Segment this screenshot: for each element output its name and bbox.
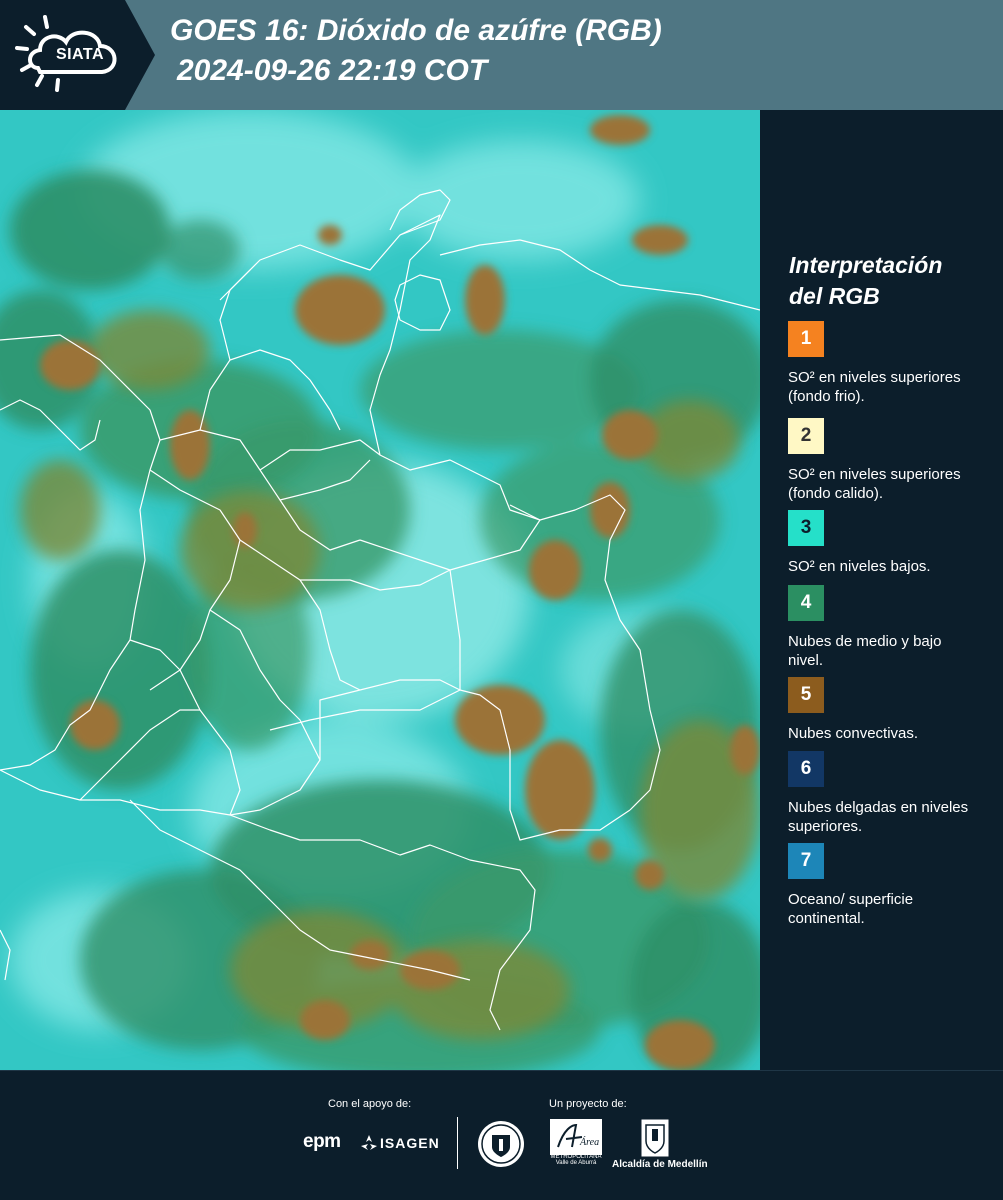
legend-number-2: 2 bbox=[800, 425, 812, 446]
legend-number-7: 7 bbox=[800, 850, 812, 871]
isagen-logo[interactable]: ISAGEN bbox=[380, 1135, 440, 1151]
legend-number-5: 5 bbox=[800, 684, 812, 705]
page-subtitle-timestamp: 2024-09-26 22:19 COT bbox=[177, 54, 488, 87]
legend-number-1: 1 bbox=[800, 328, 812, 349]
satellite-map[interactable] bbox=[0, 110, 760, 1070]
legend-item-7: 7 Oceano/ superficie continental. bbox=[788, 843, 988, 928]
legend-label-7: Oceano/ superficie continental. bbox=[788, 891, 914, 927]
legend-number-4: 4 bbox=[800, 592, 812, 613]
legend-title-line1: Interpretación bbox=[789, 252, 943, 278]
rgb-legend-panel: Interpretación del RGB 1 SO² en niveles … bbox=[760, 110, 1003, 1070]
legend-swatch-7: 7 bbox=[788, 843, 824, 879]
area-logo-text: Área bbox=[579, 1136, 599, 1148]
project-label: Un proyecto de: bbox=[549, 1098, 627, 1110]
siata-logo[interactable]: SIATA bbox=[0, 0, 155, 110]
legend-item-6: 6 Nubes delgadas en niveles superiores. bbox=[788, 751, 988, 836]
satellite-image bbox=[0, 110, 760, 1070]
legend-swatch-6: 6 bbox=[788, 751, 824, 787]
legend-label-5: Nubes convectivas. bbox=[788, 725, 919, 742]
legend-label-2: SO² en niveles superiores (fondo calido)… bbox=[788, 466, 961, 502]
legend-item-2: 2 SO² en niveles superiores (fondo calid… bbox=[788, 418, 988, 503]
legend-label-4: Nubes de medio y bajo nivel. bbox=[788, 633, 942, 669]
legend-item-5: 5 Nubes convectivas. bbox=[788, 677, 988, 743]
alcaldia-label: Alcaldía de Medellín bbox=[612, 1159, 708, 1170]
epm-logo[interactable]: epm bbox=[303, 1131, 341, 1153]
alcaldia-shield-icon[interactable] bbox=[641, 1119, 669, 1157]
university-seal-logo[interactable] bbox=[476, 1119, 526, 1169]
legend-number-6: 6 bbox=[800, 758, 812, 779]
legend-title: Interpretación del RGB bbox=[789, 250, 989, 312]
logo-text: SIATA bbox=[55, 46, 105, 63]
legend-title-line2: del RGB bbox=[789, 283, 880, 309]
legend-label-3: SO² en niveles bajos. bbox=[788, 558, 931, 575]
legend-label-1: SO² en niveles superiores (fondo frio). bbox=[788, 369, 961, 405]
legend-swatch-2: 2 bbox=[788, 418, 824, 454]
legend-swatch-3: 3 bbox=[788, 510, 824, 546]
legend-swatch-4: 4 bbox=[788, 585, 824, 621]
legend-swatch-1: 1 bbox=[788, 321, 824, 357]
area-caption: METROPOLITANA Valle de Aburrá bbox=[550, 1154, 602, 1166]
support-label: Con el apoyo de: bbox=[328, 1098, 412, 1110]
page-title: GOES 16: Dióxido de azúfre (RGB) bbox=[170, 14, 662, 47]
header-bar: SIATA GOES 16: Dióxido de azúfre (RGB) 2… bbox=[0, 0, 1003, 110]
footer-sponsors: Con el apoyo de: Un proyecto de: epm ISA… bbox=[0, 1070, 1003, 1200]
footer-divider bbox=[457, 1117, 458, 1169]
legend-item-1: 1 SO² en niveles superiores (fondo frio)… bbox=[788, 321, 988, 406]
legend-item-4: 4 Nubes de medio y bajo nivel. bbox=[788, 585, 988, 670]
legend-label-6: Nubes delgadas en niveles superiores. bbox=[788, 799, 969, 835]
isagen-icon bbox=[361, 1135, 377, 1150]
legend-item-3: 3 SO² en niveles bajos. bbox=[788, 510, 988, 576]
legend-swatch-5: 5 bbox=[788, 677, 824, 713]
legend-number-3: 3 bbox=[800, 517, 812, 538]
area-metropolitana-logo[interactable]: Área bbox=[550, 1119, 602, 1155]
